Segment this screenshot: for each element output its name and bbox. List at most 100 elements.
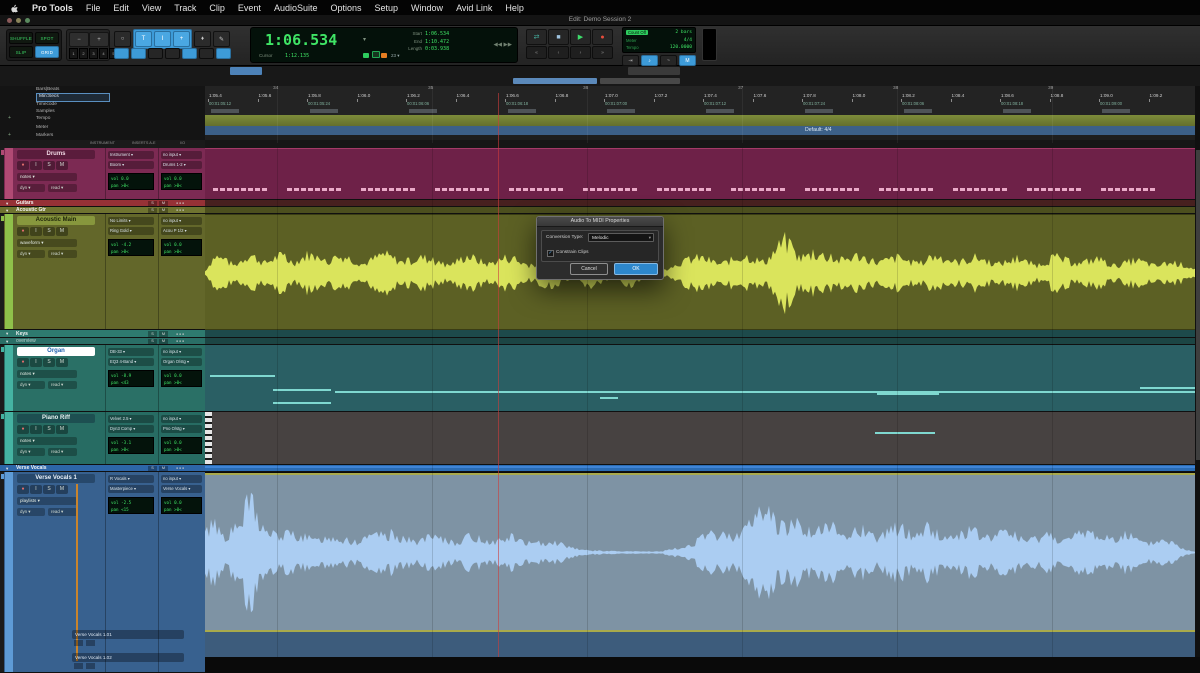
solo-button[interactable]: S — [148, 208, 157, 213]
mute-button[interactable]: M — [159, 208, 168, 213]
solo-button[interactable]: S — [43, 485, 55, 494]
automation-mode-selector[interactable]: read ▾ — [48, 250, 77, 258]
instrument-slot[interactable]: Instrument ▾ — [108, 151, 154, 159]
mute-button[interactable]: M — [159, 331, 168, 337]
record-arm-button[interactable]: ● — [17, 358, 29, 367]
cancel-button[interactable]: Cancel — [570, 263, 608, 275]
insert-slot[interactable]: Organ O/stg ▾ — [161, 358, 202, 366]
track-header-piano-riff[interactable]: Piano Riff ● I S Mnotes ▾ dyn ▾ read ▾ Velvet 2… — [0, 412, 205, 465]
conversion-type-dropdown[interactable]: Melodic ▾ — [588, 233, 654, 242]
folder-lane-guitars[interactable] — [205, 200, 1195, 207]
dyn-selector[interactable]: dyn ▾ — [17, 381, 45, 389]
insert-slot[interactable]: no input ▾ — [161, 217, 202, 225]
instrument-slot[interactable]: Velvet 2.5 ▾ — [108, 415, 154, 423]
mute-button[interactable]: M — [56, 161, 68, 170]
folder-lane-keys[interactable] — [205, 330, 1195, 338]
folder-lane-acoustic-sub[interactable] — [205, 207, 1195, 214]
insert-slot[interactable]: Drums 1-2 ▾ — [161, 161, 202, 169]
dyn-selector[interactable]: dyn ▾ — [17, 448, 45, 456]
clip-organ[interactable] — [205, 345, 1195, 412]
clip-acoustic-main[interactable] — [205, 214, 1195, 330]
input-monitor-button[interactable]: I — [30, 485, 42, 494]
mute-button[interactable]: M — [159, 201, 168, 206]
clip-drums[interactable] — [205, 148, 1195, 200]
solo-button[interactable]: S — [148, 331, 157, 337]
dyn-selector[interactable]: dyn ▾ — [17, 184, 45, 192]
playlist-lane-1[interactable]: Verse Vocals 1.01 — [72, 630, 184, 639]
instrument-slot[interactable]: DB-33 ▾ — [108, 348, 154, 356]
folder-lane-keys-sub[interactable] — [205, 338, 1195, 345]
mute-button[interactable]: M — [56, 425, 68, 434]
dyn-selector[interactable]: dyn ▾ — [17, 250, 45, 258]
insert-slot[interactable]: Verse Vocals ▾ — [161, 485, 202, 493]
mute-button[interactable]: M — [56, 485, 68, 494]
ok-button[interactable]: OK — [614, 263, 658, 275]
input-monitor-button[interactable]: I — [30, 358, 42, 367]
folder-name-keys-sub[interactable]: overview — [16, 338, 106, 345]
instrument-slot[interactable]: Boom ▾ — [108, 161, 154, 169]
input-monitor-button[interactable]: I — [30, 227, 42, 236]
track-name-drums[interactable]: Drums — [17, 150, 95, 159]
mute-button[interactable]: M — [159, 339, 168, 344]
instrument-slot[interactable]: Dyn3 Comp ▾ — [108, 425, 154, 433]
lane-piano-riff[interactable] — [205, 412, 1195, 465]
track-header-verse-vocals-1[interactable]: Verse Vocals 1 ● I S Mplaylists ▾ dyn ▾ read ▾… — [0, 472, 205, 673]
solo-button[interactable]: S — [148, 339, 157, 344]
mute-button[interactable]: M — [56, 227, 68, 236]
insert-slot[interactable]: no input ▾ — [161, 348, 202, 356]
folder-name-verse-vocals[interactable]: Verse Vocals — [16, 465, 106, 472]
folder-name-keys[interactable]: Keys — [16, 330, 106, 338]
solo-button[interactable]: S — [148, 201, 157, 206]
lane-mute-button[interactable] — [86, 640, 95, 646]
folder-collapse-icon[interactable]: ▾ — [6, 465, 12, 472]
track-name-verse-vocals-1[interactable]: Verse Vocals 1 — [17, 474, 95, 483]
record-arm-button[interactable]: ● — [17, 161, 29, 170]
automation-mode-selector[interactable]: read ▾ — [48, 184, 77, 192]
folder-collapse-icon[interactable]: ▾ — [6, 330, 12, 338]
constrain-clips-checkbox[interactable]: ✓ — [547, 250, 554, 257]
automation-mode-selector[interactable]: read ▾ — [48, 448, 77, 456]
folder-name-guitars[interactable]: Guitars — [16, 200, 106, 207]
track-view-selector[interactable]: notes ▾ — [17, 370, 77, 378]
instrument-slot[interactable]: Masterpiece ▾ — [108, 485, 154, 493]
track-name-piano-riff[interactable]: Piano Riff — [17, 414, 95, 423]
solo-button[interactable]: S — [43, 161, 55, 170]
track-view-selector[interactable]: notes ▾ — [17, 173, 77, 181]
insert-slot[interactable]: Pno O/stg ▾ — [161, 425, 202, 433]
insert-slot[interactable]: Acou P 1/2 ▾ — [161, 227, 202, 235]
lane-solo-button[interactable] — [74, 640, 83, 646]
record-arm-button[interactable]: ● — [17, 485, 29, 494]
folder-collapse-icon[interactable]: ▾ — [6, 338, 12, 345]
track-name-acoustic-main[interactable]: Acoustic Main — [17, 216, 95, 225]
instrument-slot[interactable]: R Vocals ▾ — [108, 475, 154, 483]
automation-mode-selector[interactable]: read ▾ — [48, 508, 77, 516]
track-name-organ[interactable]: Organ — [17, 347, 95, 356]
playlist-lane-2[interactable]: Verse Vocals 1.02 — [72, 653, 184, 662]
mute-button[interactable]: M — [159, 466, 168, 471]
input-monitor-button[interactable]: I — [30, 161, 42, 170]
solo-button[interactable]: S — [43, 227, 55, 236]
track-view-selector[interactable]: notes ▾ — [17, 437, 77, 445]
insert-slot[interactable]: no input ▾ — [161, 415, 202, 423]
track-header-organ[interactable]: Organ ● I S Mnotes ▾ dyn ▾ read ▾ DB-33 ▾ EQ3 4-… — [0, 345, 205, 412]
track-header-acoustic-main[interactable]: Acoustic Main ● I S Mwaveform ▾ dyn ▾ read ▾ No… — [0, 214, 205, 330]
track-view-selector[interactable]: playlists ▾ — [17, 497, 77, 505]
solo-button[interactable]: S — [148, 466, 157, 471]
folder-collapse-icon[interactable]: ▾ — [6, 200, 12, 207]
instrument-slot[interactable]: Ring Gold ▾ — [108, 227, 154, 235]
input-monitor-button[interactable]: I — [30, 425, 42, 434]
instrument-slot[interactable]: EQ3 4-Band ▾ — [108, 358, 154, 366]
solo-button[interactable]: S — [43, 358, 55, 367]
dyn-selector[interactable]: dyn ▾ — [17, 508, 45, 516]
track-header-drums[interactable]: Drums ● I S Mnotes ▾ dyn ▾ read ▾ Instrument ▾ B… — [0, 148, 205, 200]
folder-collapse-icon[interactable]: ▾ — [6, 207, 12, 214]
mute-button[interactable]: M — [56, 358, 68, 367]
lane-solo-button[interactable] — [74, 663, 83, 669]
instrument-slot[interactable]: No Limits ▾ — [108, 217, 154, 225]
folder-name-acoustic-sub[interactable]: Acoustic Gtr — [16, 207, 106, 214]
record-arm-button[interactable]: ● — [17, 425, 29, 434]
lane-mute-button[interactable] — [86, 663, 95, 669]
clip-verse-vocals-1[interactable] — [205, 473, 1195, 632]
record-arm-button[interactable]: ● — [17, 227, 29, 236]
automation-mode-selector[interactable]: read ▾ — [48, 381, 77, 389]
